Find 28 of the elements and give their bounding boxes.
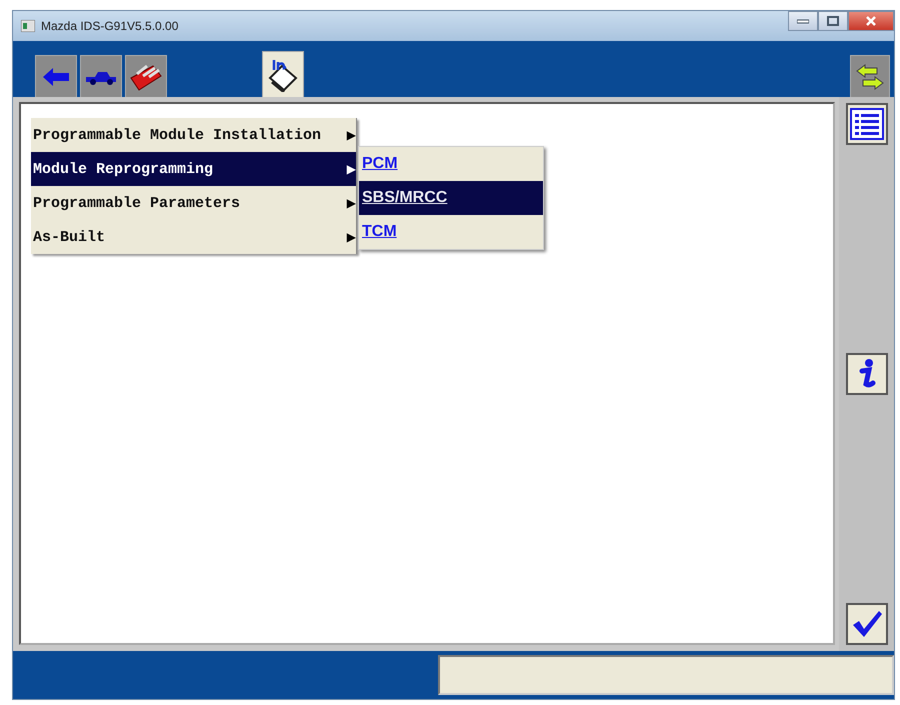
maximize-button[interactable] — [818, 11, 848, 31]
info-book-icon — [266, 58, 300, 92]
submenu-item[interactable]: SBS/MRCC — [359, 181, 543, 215]
minimize-button[interactable] — [788, 11, 818, 31]
confirm-button[interactable] — [846, 603, 888, 645]
info-icon — [856, 358, 876, 390]
info-button[interactable] — [846, 353, 888, 395]
list-button[interactable] — [846, 103, 888, 145]
minimize-icon — [797, 18, 809, 24]
toolbar-tab[interactable] — [80, 55, 122, 97]
checkmark-icon — [850, 609, 882, 639]
menu-item[interactable]: Programmable Parameters ▶ — [31, 186, 356, 220]
window-title: Mazda IDS-G91V5.5.0.00 — [41, 19, 178, 33]
app-icon — [21, 20, 35, 32]
toolbar-tab[interactable] — [262, 51, 304, 97]
close-icon — [865, 16, 877, 26]
close-button[interactable] — [848, 11, 894, 31]
maximize-icon — [827, 16, 839, 26]
submenu-item[interactable]: TCM — [359, 215, 543, 249]
menu-item[interactable]: Module Reprogramming ▶ — [31, 152, 356, 186]
menu-item[interactable]: As-Built ▶ — [31, 220, 356, 254]
list-icon — [850, 108, 884, 140]
toolbar-tab[interactable] — [125, 55, 167, 97]
submenu-item[interactable]: PCM — [359, 147, 543, 181]
swap-arrows-icon — [855, 62, 885, 90]
menu-item[interactable]: Programmable Module Installation ▶ — [31, 118, 356, 152]
arrow-left-icon — [41, 66, 71, 88]
swap-button[interactable] — [850, 55, 890, 97]
